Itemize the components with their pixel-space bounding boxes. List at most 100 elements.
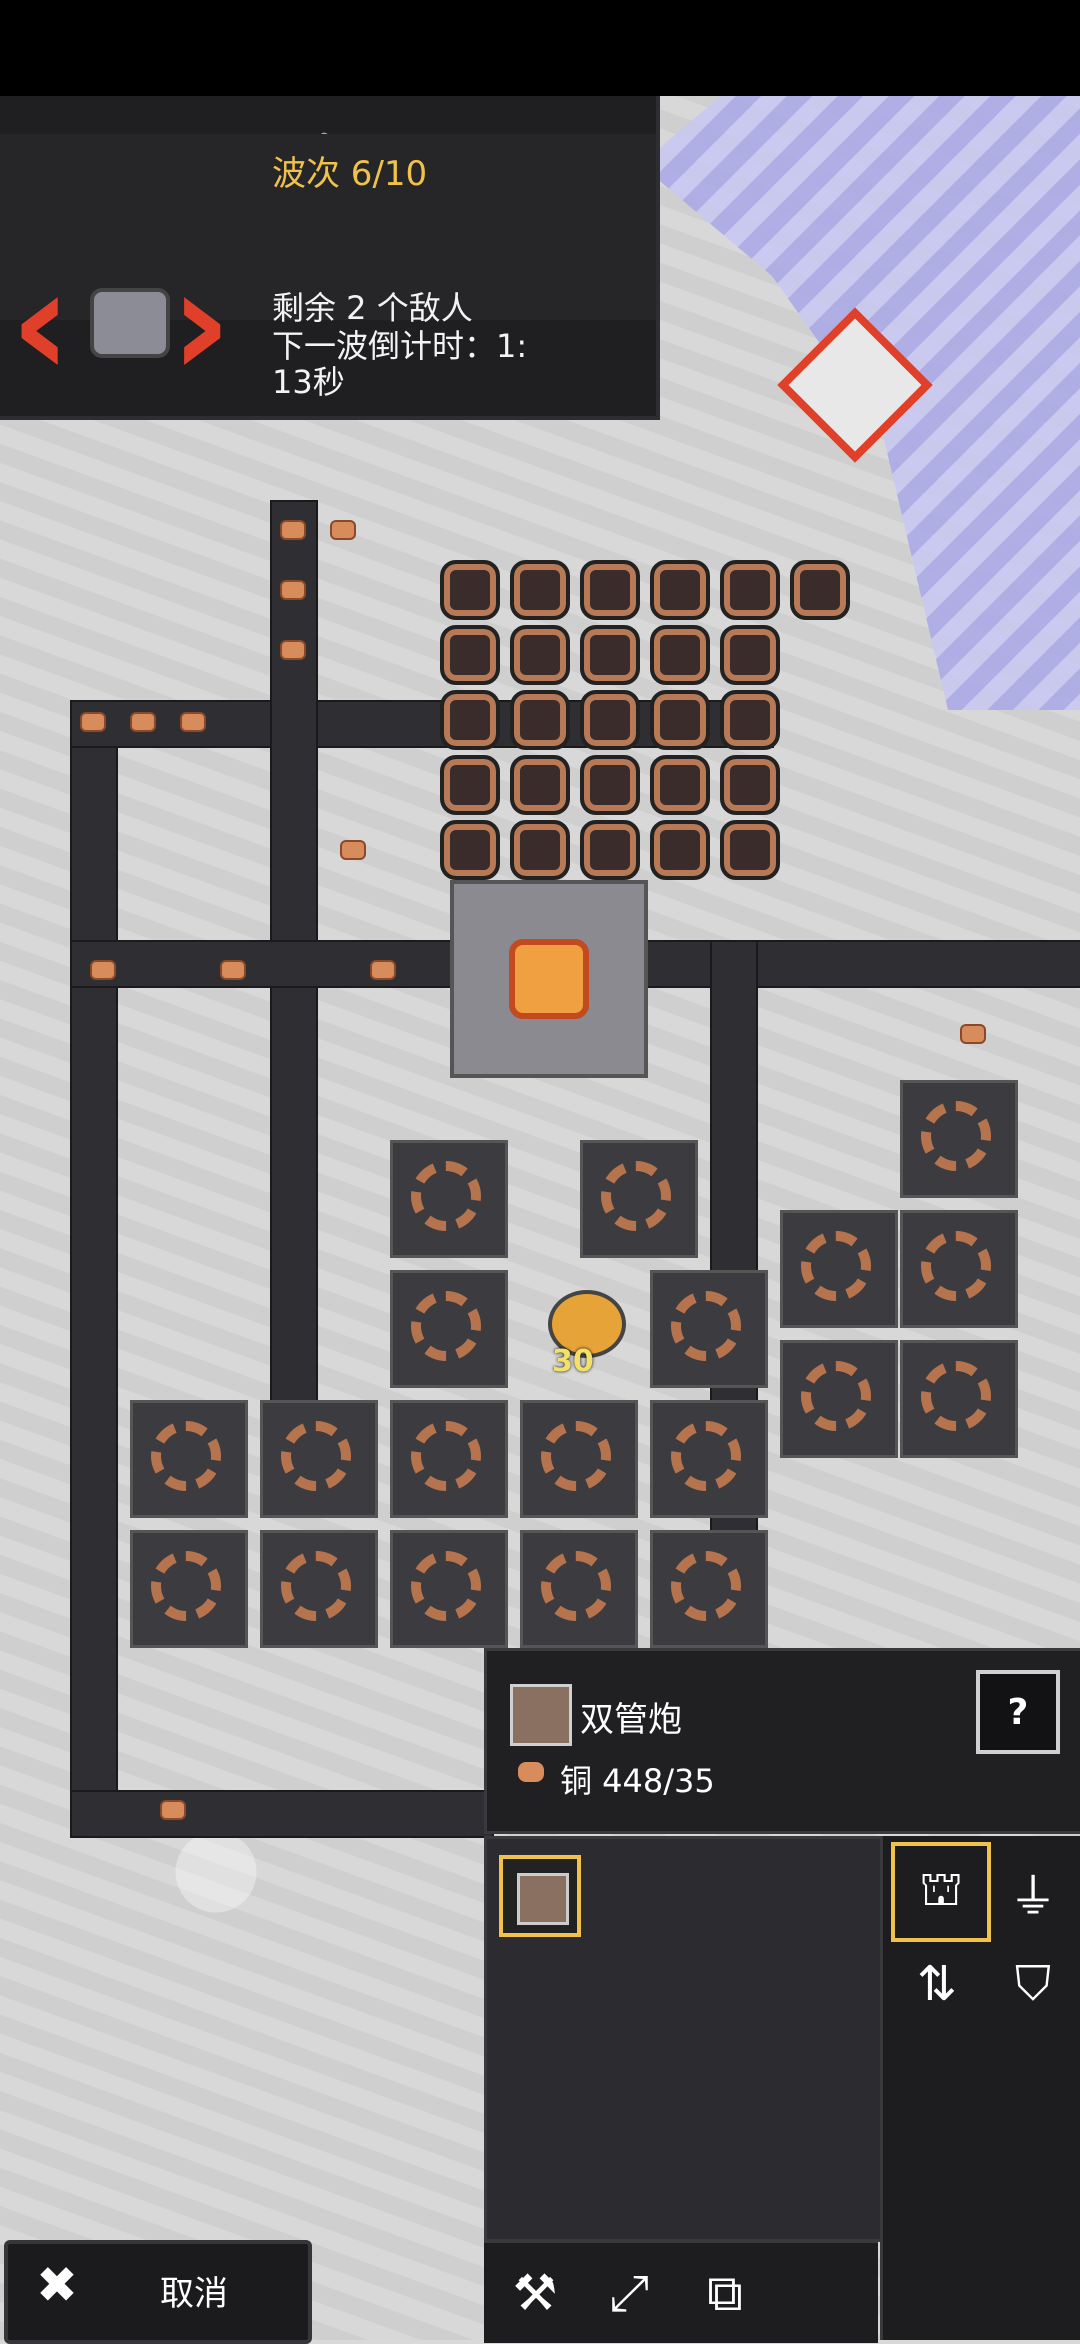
copper-ore — [180, 712, 206, 732]
mechanical-drill[interactable] — [390, 1400, 508, 1518]
mechanical-drill[interactable] — [650, 1530, 768, 1648]
copper-ore — [330, 520, 356, 540]
duo-turret[interactable] — [580, 755, 640, 815]
copper-ore — [280, 580, 306, 600]
drill-gear-icon — [411, 1161, 481, 1231]
drill-gear-icon — [281, 1551, 351, 1621]
duo-turret[interactable] — [720, 560, 780, 620]
mechanical-drill[interactable] — [260, 1530, 378, 1648]
mechanical-drill[interactable] — [900, 1080, 1018, 1198]
mechanical-drill[interactable] — [580, 1140, 698, 1258]
block-list — [484, 1836, 884, 2242]
duo-turret[interactable] — [650, 755, 710, 815]
duo-turret[interactable] — [720, 690, 780, 750]
duo-turret[interactable] — [510, 625, 570, 685]
drill-gear-icon — [281, 1421, 351, 1491]
drill-gear-icon — [151, 1421, 221, 1491]
duo-turret[interactable] — [650, 560, 710, 620]
duo-turret[interactable] — [650, 820, 710, 880]
core-center-icon — [509, 939, 589, 1019]
mechanical-drill[interactable] — [900, 1340, 1018, 1458]
duo-turret[interactable] — [650, 690, 710, 750]
enemies-remaining: 剩余 2 个敌人 — [272, 289, 473, 327]
duo-turret[interactable] — [790, 560, 850, 620]
mechanical-drill[interactable] — [520, 1400, 638, 1518]
mechanical-drill[interactable] — [650, 1400, 768, 1518]
status-bar — [0, 0, 1080, 96]
mechanical-drill[interactable] — [390, 1140, 508, 1258]
mechanical-drill[interactable] — [390, 1270, 508, 1388]
copper-icon — [518, 1762, 544, 1782]
copper-ore — [220, 960, 246, 980]
copper-ore — [280, 640, 306, 660]
copper-ore — [340, 840, 366, 860]
duo-turret[interactable] — [650, 625, 710, 685]
duo-turret[interactable] — [580, 820, 640, 880]
enemy-wave-icon — [90, 288, 170, 358]
turret-category-icon[interactable]: ⛫ — [891, 1842, 991, 1942]
duo-turret[interactable] — [510, 560, 570, 620]
duo-turret[interactable] — [440, 560, 500, 620]
duo-turret[interactable] — [440, 755, 500, 815]
category-sidebar: ⛫ ⏚ ⇅ ⛉ — [880, 1836, 1080, 2340]
distribution-category-icon[interactable]: ⇅ — [891, 1938, 983, 2030]
duo-turret[interactable] — [440, 625, 500, 685]
duo-turret[interactable] — [510, 755, 570, 815]
hammer-icon[interactable]: ⚒ — [500, 2258, 570, 2328]
drill-gear-icon — [921, 1361, 991, 1431]
duo-block-icon — [517, 1873, 569, 1925]
duo-block-button[interactable] — [499, 1855, 581, 1937]
drill-gear-icon — [411, 1551, 481, 1621]
mechanical-drill[interactable] — [130, 1530, 248, 1648]
conveyor-belt[interactable] — [70, 1790, 494, 1838]
duo-turret[interactable] — [720, 625, 780, 685]
core-shard[interactable] — [450, 880, 648, 1078]
copper-ore — [80, 712, 106, 732]
duo-turret[interactable] — [720, 820, 780, 880]
duo-turret[interactable] — [720, 755, 780, 815]
mechanical-drill[interactable] — [520, 1530, 638, 1648]
duo-turret[interactable] — [510, 820, 570, 880]
copper-ore — [160, 1800, 186, 1820]
mechanical-drill[interactable] — [780, 1340, 898, 1458]
mechanical-drill[interactable] — [650, 1270, 768, 1388]
close-icon: ✖ — [36, 2256, 78, 2314]
drill-gear-icon — [801, 1361, 871, 1431]
duo-turret[interactable] — [440, 690, 500, 750]
defense-category-icon[interactable]: ⛉ — [987, 1938, 1079, 2030]
cancel-label: 取消 — [160, 2274, 228, 2314]
skip-wave-button[interactable]: ‹ › — [10, 244, 250, 404]
duo-block-icon — [510, 1684, 572, 1746]
copper-ore — [960, 1024, 986, 1044]
drill-gear-icon — [151, 1551, 221, 1621]
duo-turret[interactable] — [580, 690, 640, 750]
duo-turret[interactable] — [510, 690, 570, 750]
copper-ore — [90, 960, 116, 980]
mechanical-drill[interactable] — [260, 1400, 378, 1518]
drill-gear-icon — [801, 1231, 871, 1301]
drill-gear-icon — [601, 1161, 671, 1231]
chevron-right-icon: › — [170, 237, 232, 411]
drill-gear-icon — [671, 1291, 741, 1361]
copper-ore — [370, 960, 396, 980]
block-cost: 铜 448/35 — [560, 1762, 715, 1800]
duo-turret[interactable] — [440, 820, 500, 880]
mechanical-drill[interactable] — [780, 1210, 898, 1328]
drill-gear-icon — [541, 1551, 611, 1621]
copper-ore — [130, 712, 156, 732]
mechanical-drill[interactable] — [900, 1210, 1018, 1328]
production-category-icon[interactable]: ⏚ — [987, 1846, 1079, 1938]
expand-icon[interactable]: ⤢ — [594, 2258, 664, 2328]
conveyor-belt[interactable] — [70, 700, 118, 1834]
wave-countdown-seconds: 13秒 — [272, 363, 345, 401]
help-button[interactable]: ? — [976, 1670, 1060, 1754]
drill-gear-icon — [671, 1421, 741, 1491]
mechanical-drill[interactable] — [390, 1530, 508, 1648]
mechanical-drill[interactable] — [130, 1400, 248, 1518]
duo-turret[interactable] — [580, 625, 640, 685]
duo-turret[interactable] — [580, 560, 640, 620]
copy-icon[interactable]: ⧉ — [690, 2258, 760, 2328]
copper-ore — [280, 520, 306, 540]
drill-gear-icon — [411, 1421, 481, 1491]
unit-level-label: 30 — [552, 1344, 594, 1379]
